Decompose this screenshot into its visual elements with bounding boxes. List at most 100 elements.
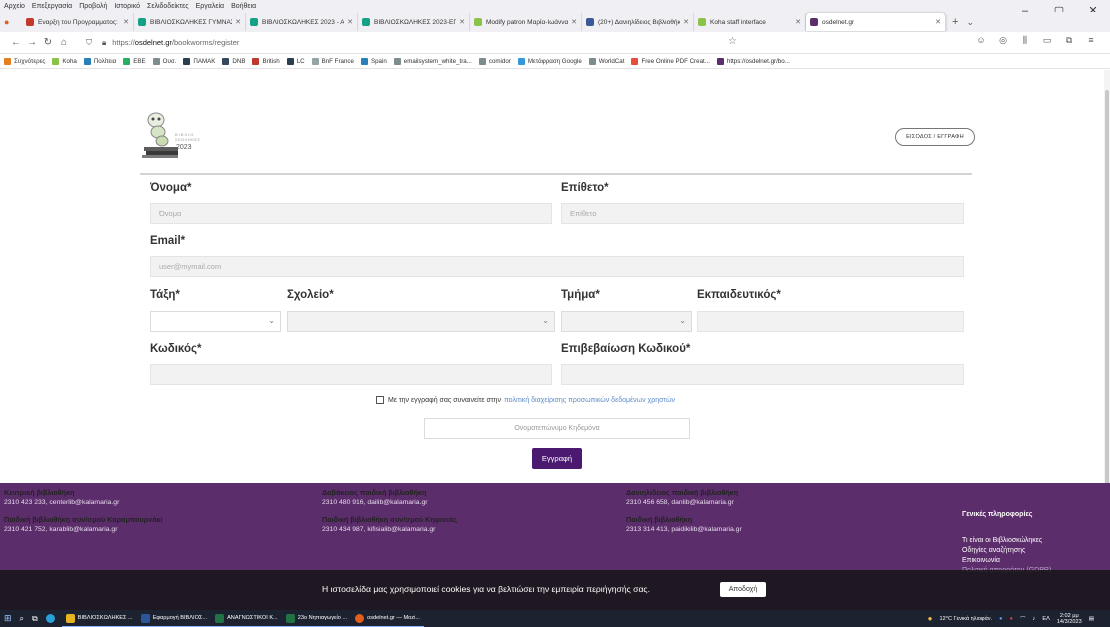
tab-close-icon[interactable]: ✕ <box>459 18 465 26</box>
bookmark-favicon-icon <box>4 57 11 65</box>
taskbar-app-4[interactable]: osdelnet.gr — Mozi... <box>351 610 424 627</box>
tab-3[interactable]: ΒΙΒΛΙΟΣΚΩΛΗΚΕΣ 2023-ΕΓΓΡΑΦ✕ <box>358 13 470 31</box>
bookmark-favicon-icon <box>183 57 191 65</box>
tray-app-icon[interactable]: ● <box>999 616 1002 622</box>
extensions-icon[interactable]: ⧉ <box>1058 35 1080 46</box>
tab-active[interactable]: osdelnet.gr ✕ <box>806 13 946 31</box>
home-icon[interactable]: ⌂ <box>56 37 72 48</box>
tab-favicon-icon <box>810 18 818 26</box>
bookmark-item[interactable]: Spain <box>360 57 387 65</box>
last-name-input[interactable]: Επίθετο <box>561 203 964 224</box>
email-input[interactable]: user@mymail.com <box>150 256 964 277</box>
taskbar-app-3[interactable]: 23ο Νηπιαγωγείο ... <box>281 610 352 627</box>
shield-icon[interactable]: ⛉ <box>86 38 92 48</box>
pocket-icon[interactable]: ◎ <box>992 35 1014 46</box>
bookmark-item[interactable]: Πολίτεια <box>83 57 116 65</box>
menu-icon[interactable]: ≡ <box>1080 35 1102 46</box>
consent-checkbox[interactable] <box>376 396 384 404</box>
tab-0[interactable]: Εναρξη του Προγραμματος: Ο ✕ <box>22 13 134 31</box>
tab-close-icon[interactable]: ✕ <box>571 18 577 26</box>
tab-6[interactable]: Koha staff interface ✕ <box>694 13 806 31</box>
info-link-about[interactable]: Τι είναι οι Βιβλιοσκώληκες <box>962 536 1051 546</box>
tab-close-icon[interactable]: ✕ <box>123 18 129 26</box>
task-view-button[interactable]: ⧉ <box>28 610 42 627</box>
scrollbar-thumb[interactable] <box>1105 90 1109 510</box>
bookmark-item[interactable]: British <box>252 57 280 65</box>
taskbar-app-0[interactable]: ΒΙΒΛΙΟΣΚΩΛΗΚΕΣ ... <box>61 610 137 627</box>
bookmark-item[interactable]: DNB <box>222 57 245 65</box>
sidebar-icon[interactable]: ▭ <box>1036 35 1058 46</box>
new-tab-icon[interactable]: + <box>952 16 958 28</box>
account-icon[interactable]: ☺ <box>970 35 992 46</box>
grade-select[interactable]: ⌄ <box>150 311 281 332</box>
info-link-contact[interactable]: Επικοινωνία <box>962 556 1051 566</box>
edge-pinned[interactable] <box>42 610 62 627</box>
login-register-button[interactable]: ΕΙΣΟΔΟΣ / ΕΓΓΡΑΦΗ <box>895 128 975 146</box>
menu-view[interactable]: Προβολή <box>79 3 107 10</box>
lock-icon[interactable]: 🔒︎ <box>102 38 106 48</box>
language-indicator[interactable]: ΕΛ <box>1042 616 1049 622</box>
start-button[interactable]: ⊞ <box>0 610 16 627</box>
password-input[interactable] <box>150 364 552 385</box>
tab-close-icon[interactable]: ✕ <box>935 18 941 26</box>
bookmark-item[interactable]: https://osdelnet.gr/bo... <box>716 57 790 65</box>
register-button[interactable]: Εγγραφή <box>532 448 582 469</box>
tab-5[interactable]: (20+) Δανιηλίδειος Βιβλιοθήκη ✕ <box>582 13 694 31</box>
bookmark-star-icon[interactable]: ☆ <box>728 36 737 47</box>
tab-close-icon[interactable]: ✕ <box>795 18 801 26</box>
bookmark-item[interactable]: ΠΑΜΑΚ <box>183 57 215 65</box>
bookmark-item[interactable]: ΕΒΕ <box>123 57 146 65</box>
weather-text[interactable]: 12°C Γενικά ηλιοφάν. <box>939 616 992 622</box>
library-icon[interactable]: ⫼ <box>1014 35 1036 46</box>
guardian-name-input[interactable]: Ονοματεπώνυμο Κηδεμόνα <box>424 418 690 439</box>
menu-bookmarks[interactable]: Σελιδοδείκτες <box>147 3 189 10</box>
notifications-icon[interactable]: ▤ <box>1089 616 1094 622</box>
tray-chrome-icon[interactable]: ● <box>1010 616 1013 622</box>
list-tabs-icon[interactable]: ⌄ <box>966 17 974 28</box>
school-select[interactable]: ⌄ <box>287 311 555 332</box>
weather-icon[interactable]: ● <box>928 614 933 623</box>
teacher-input[interactable] <box>697 311 964 332</box>
menu-edit[interactable]: Επεξεργασία <box>32 3 72 10</box>
taskbar-app-1[interactable]: Εφαρμογή ΒΙΒΛΙΟΣ... <box>136 610 212 627</box>
bookmark-item[interactable]: Ουσ. <box>152 57 176 65</box>
menu-tools[interactable]: Εργαλεία <box>196 3 224 10</box>
bookmark-item[interactable]: Συχνότερες <box>4 57 45 65</box>
bookmark-item[interactable]: LC <box>286 57 305 65</box>
first-name-input[interactable]: Όνομα <box>150 203 552 224</box>
menu-history[interactable]: Ιστορικό <box>114 3 140 10</box>
tab-close-icon[interactable]: ✕ <box>347 18 353 26</box>
header-divider <box>140 173 972 175</box>
reload-icon[interactable]: ↻ <box>40 37 56 48</box>
tab-4[interactable]: Modify patron Μαρία-Ιωάννα ✕ <box>470 13 582 31</box>
clock[interactable]: 2:02 μμ 14/3/2023 <box>1057 613 1082 625</box>
menu-help[interactable]: Βοήθεια <box>231 3 256 10</box>
bookmark-label: British <box>262 57 280 65</box>
section-select[interactable]: ⌄ <box>561 311 692 332</box>
tray-network-icon[interactable]: ⌒ <box>1020 615 1026 623</box>
bookmark-item[interactable]: BnF France <box>311 57 354 65</box>
tray-volume-icon[interactable]: ♪ <box>1033 616 1036 622</box>
bookmark-item[interactable]: WorldCat <box>588 57 624 65</box>
forward-icon[interactable]: → <box>24 37 40 48</box>
bookmark-item[interactable]: Free Online PDF Creat... <box>631 57 710 65</box>
bookmark-item[interactable]: emailsystem_white_tra... <box>393 57 472 65</box>
bookmark-item[interactable]: comidor <box>478 57 511 65</box>
taskbar-search[interactable]: ⌕ <box>16 610 28 627</box>
cookie-accept-button[interactable]: Αποδοχή <box>720 582 766 597</box>
tab-favicon-icon <box>250 18 258 26</box>
tab-2[interactable]: ΒΙΒΛΙΟΣΚΩΛΗΚΕΣ 2023 - ΑΤΟΜ✕ <box>246 13 358 31</box>
tab-close-icon[interactable]: ✕ <box>683 18 689 26</box>
back-icon[interactable]: ← <box>8 37 24 48</box>
tab-1[interactable]: ΒΙΒΛΙΟΣΚΩΛΗΚΕΣ ΓΥΜΝΑΣΙΑ 2✕ <box>134 13 246 31</box>
url-bar[interactable]: ⛉ 🔒︎ https://osdelnet.gr/bookworms/regis… <box>82 35 642 51</box>
info-link-search-help[interactable]: Οδηγίες αναζήτησης <box>962 546 1051 556</box>
tab-close-icon[interactable]: ✕ <box>235 18 241 26</box>
taskbar-app-2[interactable]: ΑΝΑΓΝΩΣΤΙΚΟΙ Κ... <box>211 610 282 627</box>
firefox-view-icon[interactable]: ● <box>4 17 18 27</box>
menu-file[interactable]: Αρχείο <box>4 3 25 10</box>
password-confirm-input[interactable] <box>561 364 964 385</box>
bookmark-item[interactable]: Koha <box>52 57 77 65</box>
bookmark-item[interactable]: Μετάφραση Google <box>517 57 582 65</box>
privacy-policy-link[interactable]: πολιτική διαχείρισης προσωπικών δεδομένω… <box>504 397 675 404</box>
